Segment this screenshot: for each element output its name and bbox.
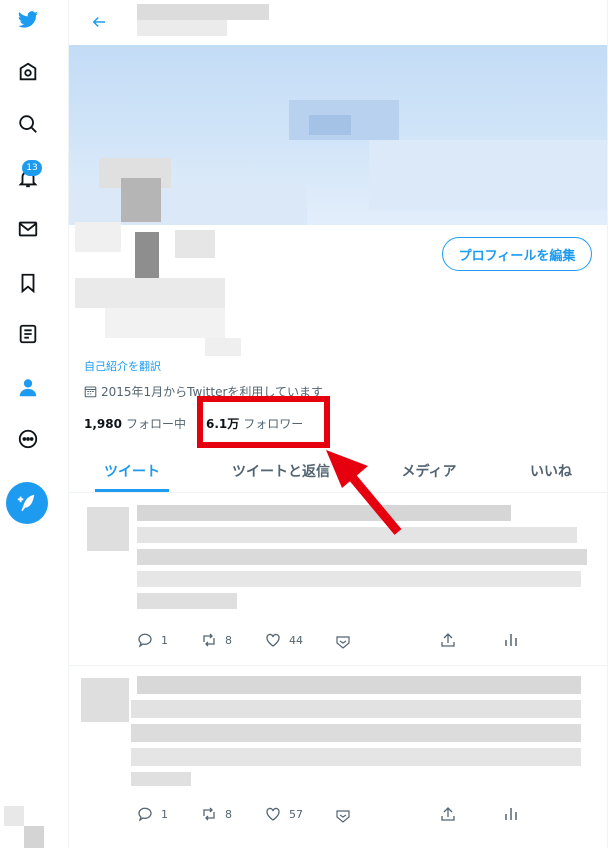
blurred-tweet-text (137, 527, 577, 543)
bird-logo-icon[interactable] (12, 4, 44, 36)
notification-badge: 13 (22, 160, 42, 176)
blurred-tweet-text (131, 700, 581, 718)
heart-icon (266, 633, 280, 647)
share-button[interactable] (440, 632, 456, 648)
share-icon (441, 807, 455, 821)
like-button[interactable]: 57 (265, 806, 303, 822)
reply-count: 1 (161, 807, 168, 821)
profile-tabs: ツイート ツイートと返信 メディア いいね (69, 450, 607, 493)
bookmark-icon[interactable] (12, 267, 44, 299)
back-arrow-icon[interactable] (87, 10, 111, 34)
analytics-button[interactable] (503, 632, 519, 648)
blurred-profile-name (137, 4, 269, 20)
tab-media[interactable]: メディア (389, 450, 469, 492)
share-button[interactable] (440, 806, 456, 822)
analytics-icon (505, 808, 517, 820)
profile-header (69, 0, 607, 44)
tweet-item[interactable]: 1 8 57 (69, 666, 607, 848)
blurred-tweet-header (137, 676, 581, 694)
retweet-count: 8 (225, 633, 232, 647)
tweet-item[interactable]: 1 8 44 (69, 493, 607, 666)
profile-avatar[interactable] (75, 150, 243, 360)
tab-likes[interactable]: いいね (519, 450, 583, 492)
heart-icon (266, 807, 280, 821)
retweet-button[interactable]: 8 (201, 806, 232, 822)
tweet-avatar[interactable] (81, 678, 129, 722)
blurred-tweet-count (137, 20, 227, 36)
retweet-button[interactable]: 8 (201, 632, 232, 648)
reply-button[interactable]: 1 (137, 806, 168, 822)
envelope-icon[interactable] (12, 213, 44, 245)
account-avatar[interactable] (4, 806, 24, 826)
followers-highlight-box (197, 396, 330, 448)
following-count: 1,980 (84, 416, 122, 431)
search-icon[interactable] (12, 108, 44, 140)
compose-tweet-button[interactable] (6, 482, 48, 524)
blurred-tweet-header (137, 505, 511, 521)
tab-tweets-replies[interactable]: ツイートと返信 (219, 450, 343, 492)
calendar-icon (84, 386, 97, 398)
like-button[interactable]: 44 (265, 632, 303, 648)
reply-count: 1 (161, 633, 168, 647)
like-count: 57 (289, 807, 303, 821)
retweet-icon (203, 807, 215, 821)
analytics-icon (505, 634, 517, 646)
sidebar: 13 (0, 0, 60, 848)
retweet-icon (203, 633, 215, 647)
shield-chevron-icon (336, 810, 350, 823)
compose-icon (17, 494, 35, 512)
more-icon[interactable] (12, 423, 44, 455)
tweet-avatar[interactable] (87, 507, 129, 551)
reply-button[interactable]: 1 (137, 632, 168, 648)
following-label: フォロー中 (125, 417, 186, 431)
tab-tweets[interactable]: ツイート (95, 450, 169, 492)
retweet-count: 8 (225, 807, 232, 821)
translate-bio-link[interactable]: 自己紹介を翻訳 (84, 358, 161, 374)
edit-profile-button[interactable]: プロフィールを編集 (442, 237, 592, 271)
tweet-actions: 1 8 44 (137, 632, 537, 652)
reply-icon (138, 807, 152, 822)
reply-icon (138, 633, 152, 648)
reaction-button[interactable] (335, 634, 351, 650)
like-count: 44 (289, 633, 303, 647)
shield-chevron-icon (336, 636, 350, 649)
account-avatar-part (24, 826, 44, 848)
home-icon[interactable] (12, 56, 44, 88)
following-stat[interactable]: 1,980 フォロー中 (84, 415, 186, 432)
reaction-button[interactable] (335, 808, 351, 824)
profile-column: プロフィールを編集 自己紹介を翻訳 2015年1月からTwitterを利用してい… (68, 0, 608, 848)
share-icon (441, 633, 455, 647)
tweet-actions: 1 8 57 (137, 806, 537, 826)
profile-icon[interactable] (12, 372, 44, 404)
list-icon[interactable] (12, 318, 44, 350)
analytics-button[interactable] (503, 806, 519, 822)
